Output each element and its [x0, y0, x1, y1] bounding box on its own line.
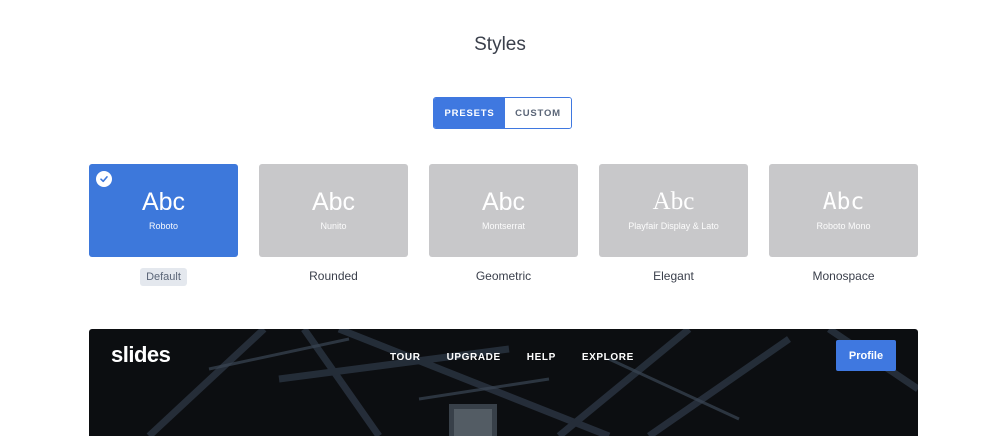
preset-card-elegant[interactable]: Abc Playfair Display & Lato	[599, 164, 748, 257]
preset-label-default: Default	[140, 268, 187, 286]
font-sample: Abc	[311, 188, 356, 216]
presets-custom-toggle: PRESETS CUSTOM	[433, 97, 572, 129]
font-sample: Abc	[822, 189, 865, 215]
preset-label-geometric: Geometric	[475, 269, 532, 283]
nav-item-tour[interactable]: TOUR	[390, 352, 421, 363]
font-sample: Abc	[652, 188, 695, 215]
font-name: Montserrat	[481, 221, 525, 231]
font-sample: Abc	[481, 188, 526, 216]
preset-monospace: Abc Roboto Mono Monospace	[769, 164, 918, 285]
preset-card-geometric[interactable]: Abc Montserrat	[429, 164, 578, 257]
preset-label-elegant: Elegant	[653, 269, 694, 283]
preset-default: Abc Roboto Default	[89, 164, 238, 286]
font-name: Playfair Display & Lato	[628, 221, 719, 231]
preset-elegant: Abc Playfair Display & Lato Elegant	[599, 164, 748, 285]
preset-label-monospace: Monospace	[812, 269, 875, 283]
slides-logo: slides	[111, 342, 171, 367]
preview-nav: TOUR UPGRADE HELP EXPLORE	[390, 352, 660, 363]
preset-label: Default	[89, 267, 238, 286]
check-circle-icon	[96, 171, 112, 187]
nav-item-upgrade[interactable]: UPGRADE	[447, 352, 501, 363]
preset-card-rounded[interactable]: Abc Nunito	[259, 164, 408, 257]
preset-label-rounded: Rounded	[309, 269, 358, 283]
page-title: Styles	[474, 34, 526, 55]
custom-tab[interactable]: CUSTOM	[505, 98, 571, 128]
font-sample: Abc	[141, 188, 186, 216]
preset-card-monospace[interactable]: Abc Roboto Mono	[769, 164, 918, 257]
font-name: Nunito	[320, 221, 347, 231]
preset-geometric: Abc Montserrat Geometric	[429, 164, 578, 285]
profile-button[interactable]: Profile	[836, 340, 896, 371]
font-name: Roboto	[148, 221, 179, 231]
preset-rounded: Abc Nunito Rounded	[259, 164, 408, 285]
nav-item-explore[interactable]: EXPLORE	[582, 352, 634, 363]
theme-preview: slides TOUR UPGRADE HELP EXPLORE Profile	[89, 329, 918, 436]
font-name: Roboto Mono	[816, 221, 871, 231]
architecture-background-image	[146, 329, 918, 436]
presets-tab[interactable]: PRESETS	[434, 98, 505, 128]
preset-card-default[interactable]: Abc Roboto	[89, 164, 238, 257]
nav-item-help[interactable]: HELP	[527, 352, 556, 363]
styles-page: Styles PRESETS CUSTOM Abc Roboto Default…	[0, 0, 1000, 436]
